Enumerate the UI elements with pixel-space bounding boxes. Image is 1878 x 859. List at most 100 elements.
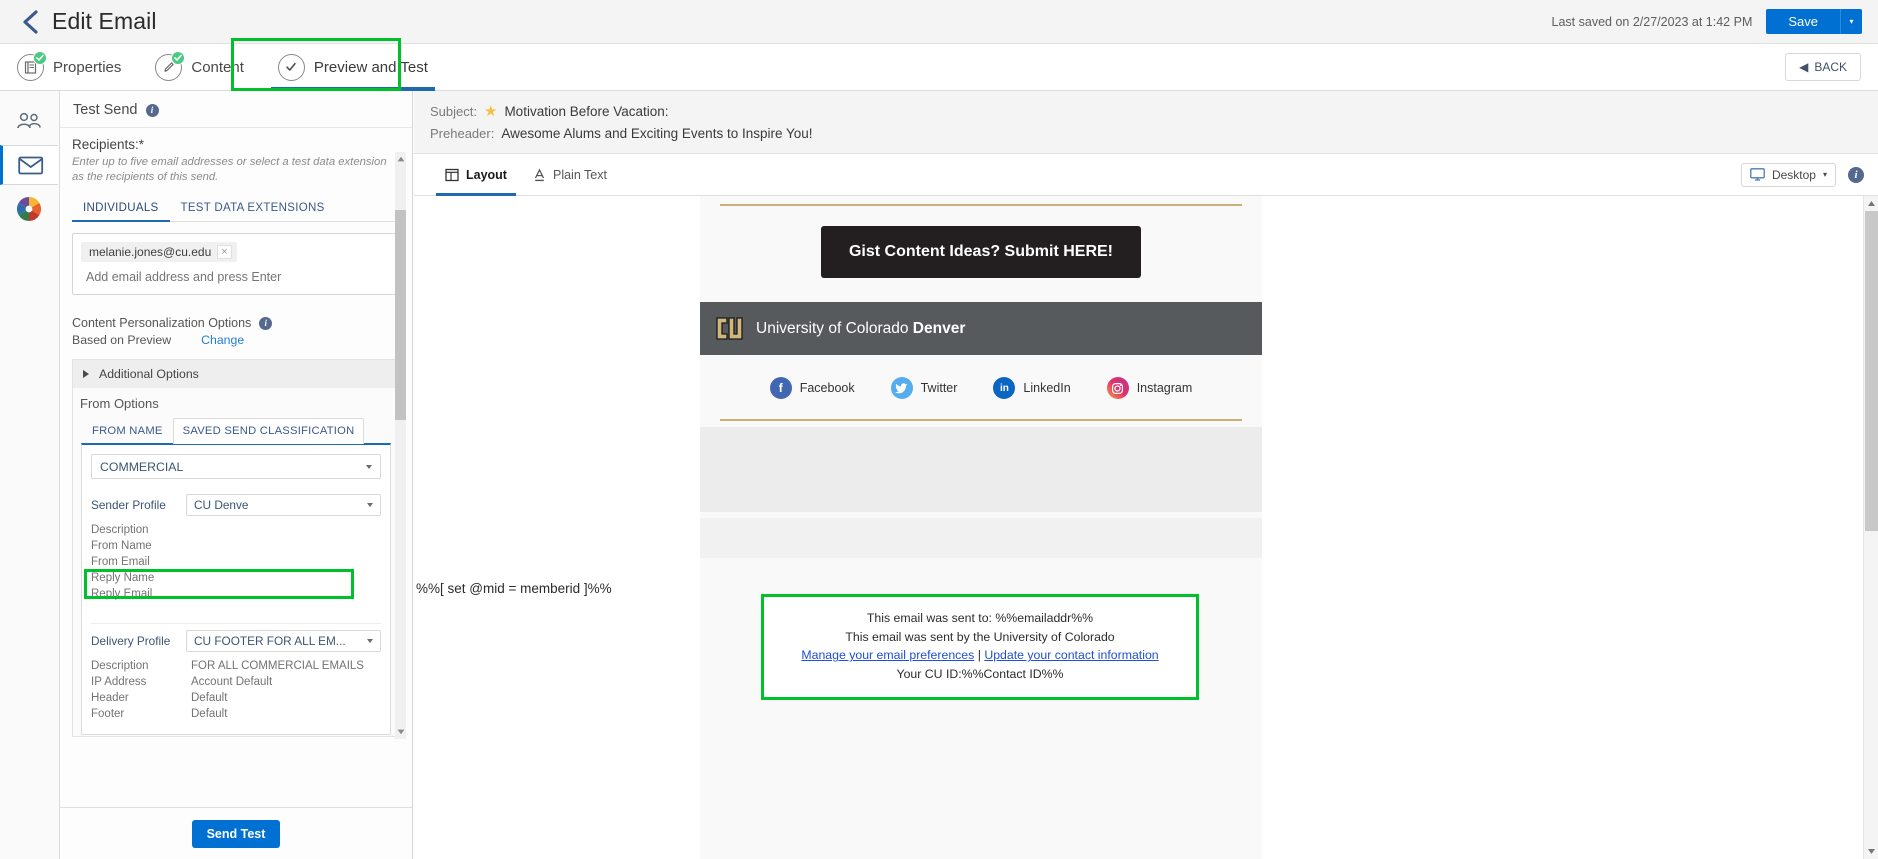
footer-sent-to: This email was sent to: %%emailaddr%% <box>866 611 1094 625</box>
email-icon <box>17 156 43 174</box>
tab-plain-text-label: Plain Text <box>552 167 607 182</box>
delivery-profile-select[interactable]: CU FOOTER FOR ALL EM... <box>186 630 381 653</box>
classification-select[interactable]: COMMERCIAL <box>91 454 381 480</box>
text-A-icon <box>534 168 545 181</box>
rail-item-audience[interactable] <box>0 101 58 141</box>
detail-key: Reply Email <box>91 588 153 601</box>
change-link[interactable]: Change <box>201 333 244 347</box>
sender-profile-select[interactable]: CU Denve <box>186 494 381 517</box>
tab-layout[interactable]: Layout <box>432 154 520 196</box>
wizard-tab-bar: Properties Content Preview and Test ◀ BA… <box>0 44 1878 91</box>
from-options-section: From Options FROM NAME SAVED SEND CLASSI… <box>72 388 400 738</box>
check-circle-icon <box>277 53 305 81</box>
facebook-icon: f <box>769 377 792 399</box>
detail-key: Footer <box>91 708 125 721</box>
last-saved-text: Last saved on 2/27/2023 at 1:42 PM <box>1551 14 1753 29</box>
social-link-facebook[interactable]: f Facebook <box>769 377 855 399</box>
email-spacer-block-2 <box>700 518 1262 558</box>
email-chip: melanie.jones@cu.edu × <box>81 242 237 263</box>
cu-brand-text: University of Colorado Denver <box>756 320 965 338</box>
detail-value: Default <box>191 708 228 721</box>
tab-plain-text[interactable]: Plain Text <box>520 154 620 196</box>
from-options-title: From Options <box>80 396 159 412</box>
preview-scrollbar[interactable] <box>1863 196 1878 859</box>
based-on-label: Based on Preview <box>72 333 172 348</box>
delivery-profile-block: Delivery Profile CU FOOTER FOR ALL EM...… <box>91 623 381 735</box>
rail-item-color-wheel[interactable] <box>0 189 58 229</box>
detail-key: From Email <box>91 556 150 569</box>
back-chevron-icon[interactable] <box>14 0 48 44</box>
subtab-test-data-extensions[interactable]: TEST DATA EXTENSIONS <box>170 196 336 221</box>
delivery-profile-row: Delivery Profile CU FOOTER FOR ALL EM... <box>91 630 381 653</box>
tab-properties-label: Properties <box>53 58 122 76</box>
social-link-linkedin[interactable]: in LinkedIn <box>993 377 1071 399</box>
tab-properties[interactable]: Properties <box>0 44 138 91</box>
cu-brand-band: University of Colorado Denver <box>700 302 1262 355</box>
info-icon[interactable]: i <box>259 316 273 330</box>
add-email-input[interactable] <box>81 269 391 286</box>
sender-profile-details: Description From Name From Email Reply N… <box>91 524 381 600</box>
save-dropdown-caret-icon[interactable]: ▾ <box>1840 9 1862 34</box>
subtab-individuals[interactable]: INDIVIDUALS <box>72 196 170 223</box>
social-link-instagram[interactable]: Instagram <box>1106 377 1192 399</box>
manage-preferences-link[interactable]: Manage your email preferences <box>801 648 974 662</box>
ampscript-text: %%[ set @mid = memberid ]%% <box>416 581 612 596</box>
left-icon-rail <box>0 91 60 859</box>
detail-row: Description <box>91 524 381 536</box>
scroll-up-arrow-icon[interactable] <box>395 152 406 166</box>
subject-line: Subject: ★ Motivation Before Vacation: <box>430 100 1878 122</box>
additional-options-toggle[interactable]: Additional Options <box>72 359 400 389</box>
tab-layout-label: Layout <box>466 167 507 182</box>
send-test-button[interactable]: Send Test <box>191 819 281 848</box>
scrollbar-thumb[interactable] <box>1865 211 1878 531</box>
info-icon[interactable]: i <box>1848 166 1864 183</box>
delivery-profile-value: CU FOOTER FOR ALL EM... <box>194 634 346 649</box>
chevron-down-icon <box>366 464 372 469</box>
content-personalization-label: Content Personalization Options <box>72 316 252 331</box>
tab-from-name[interactable]: FROM NAME <box>82 418 173 444</box>
footer-cu-id: Your CU ID:%%Contact ID%% <box>896 667 1064 682</box>
test-send-header: Test Send i <box>60 91 412 128</box>
save-button[interactable]: Save <box>1766 9 1840 34</box>
footer-separator: | <box>974 648 985 663</box>
device-selector[interactable]: Desktop ▾ <box>1740 162 1836 187</box>
tab-preview-and-test[interactable]: Preview and Test <box>261 44 445 91</box>
recipients-help-text: Enter up to five email addresses or sele… <box>72 156 387 184</box>
chevron-down-icon: ▾ <box>1822 170 1827 179</box>
back-button[interactable]: ◀ BACK <box>1785 53 1861 81</box>
pencil-icon <box>155 50 186 81</box>
email-preview-area: %%[ set @mid = memberid ]%% Gist Content… <box>414 196 1878 859</box>
detail-key: From Name <box>91 540 152 553</box>
completed-check-icon <box>171 50 186 65</box>
social-link-twitter[interactable]: Twitter <box>890 377 957 399</box>
content-personalization-row: Content Personalization Options i <box>72 316 400 330</box>
cta-wrapper: Gist Content Ideas? Submit HERE! <box>700 206 1262 302</box>
scroll-up-arrow-icon[interactable] <box>1864 196 1878 211</box>
rail-item-email[interactable] <box>0 145 58 185</box>
sender-profile-value: CU Denve <box>194 498 249 513</box>
detail-key: Description <box>91 524 149 537</box>
social-links-strip: f Facebook Twitter in LinkedIn Instagram <box>700 355 1262 419</box>
gist-submit-button[interactable]: Gist Content Ideas? Submit HERE! <box>820 226 1141 278</box>
subject-value: Motivation Before Vacation: <box>504 103 669 119</box>
tab-saved-send-classification[interactable]: SAVED SEND CLASSIFICATION <box>172 418 365 445</box>
update-contact-link[interactable]: Update your contact information <box>984 648 1158 662</box>
linkedin-icon: in <box>993 377 1016 399</box>
tab-content[interactable]: Content <box>138 44 261 91</box>
left-panel-scrollbar[interactable] <box>395 152 406 739</box>
detail-key: IP Address <box>91 676 147 689</box>
detail-value: Account Default <box>191 676 273 689</box>
scroll-down-arrow-icon[interactable] <box>395 725 406 739</box>
test-send-panel: Test Send i Recipients:* Enter up to fiv… <box>60 91 413 859</box>
additional-options-label: Additional Options <box>99 367 199 382</box>
subject-label: Subject: <box>430 103 477 119</box>
email-chip-remove-icon[interactable]: × <box>217 245 232 260</box>
classification-select-value: COMMERCIAL <box>100 459 184 474</box>
properties-icon <box>17 50 47 81</box>
scroll-down-arrow-icon[interactable] <box>1864 844 1878 859</box>
scrollbar-thumb[interactable] <box>395 210 406 420</box>
layout-icon <box>445 168 459 181</box>
detail-row: From Name <box>91 540 381 552</box>
info-icon[interactable]: i <box>145 103 159 117</box>
recipients-input-box[interactable]: melanie.jones@cu.edu × <box>72 233 400 296</box>
